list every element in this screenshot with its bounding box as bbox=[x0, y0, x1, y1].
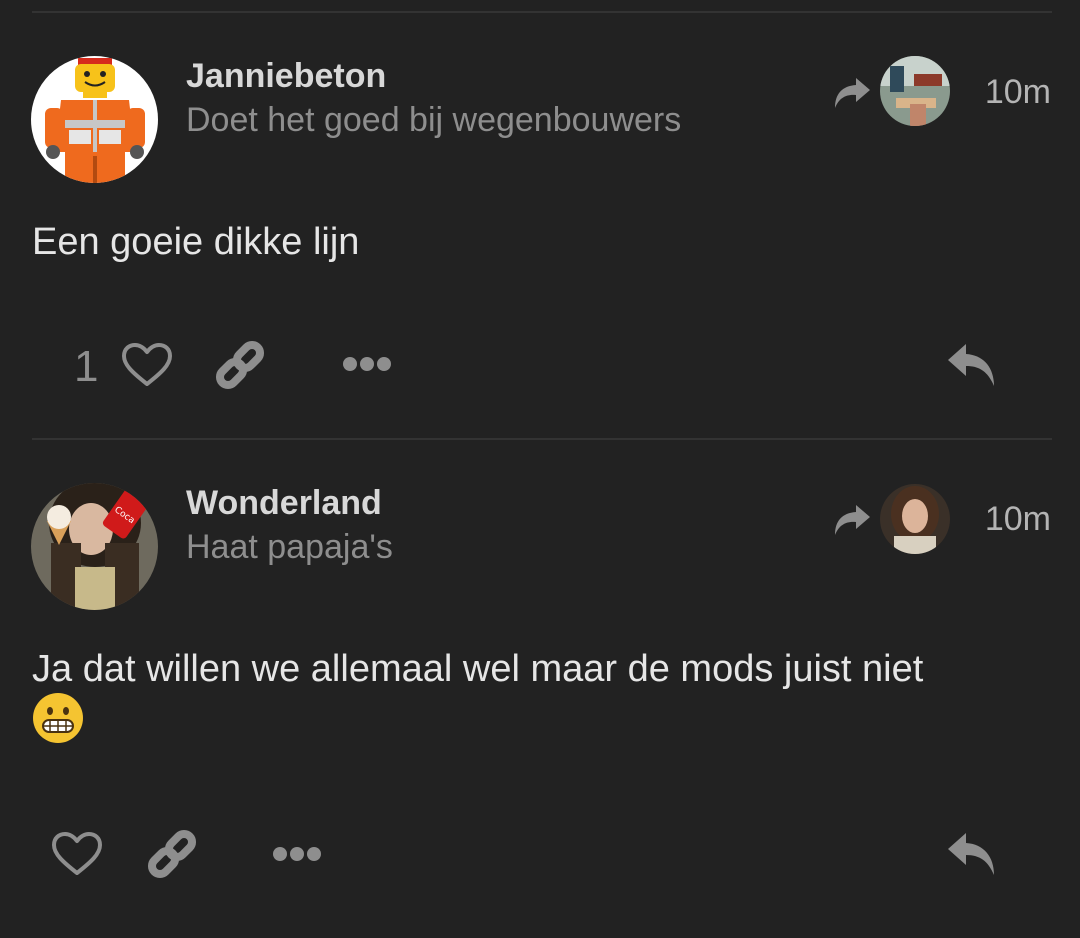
more-options-icon[interactable] bbox=[343, 356, 391, 372]
like-count[interactable]: 1 bbox=[74, 342, 98, 392]
topic-page: Janniebeton Doet het goed bij wegenbouwe… bbox=[0, 0, 1080, 938]
more-options-icon[interactable] bbox=[273, 846, 321, 862]
user-tagline: Doet het goed bij wegenbouwers bbox=[186, 101, 682, 139]
reply-icon[interactable] bbox=[946, 831, 998, 877]
username[interactable]: Wonderland bbox=[186, 484, 382, 523]
post-body: Ja dat willen we allemaal wel maar de mo… bbox=[32, 646, 1052, 744]
post-body-text: Ja dat willen we allemaal wel maar de mo… bbox=[32, 648, 924, 690]
post-time[interactable]: 10m bbox=[985, 73, 1051, 112]
link-icon[interactable] bbox=[213, 338, 267, 392]
divider bbox=[32, 438, 1052, 440]
avatar[interactable] bbox=[31, 56, 158, 183]
reply-to-arrow-icon[interactable] bbox=[832, 76, 872, 110]
reply-to-avatar[interactable] bbox=[880, 484, 950, 554]
grimacing-face-emoji-icon bbox=[33, 693, 83, 743]
username[interactable]: Janniebeton bbox=[186, 57, 386, 96]
heart-icon[interactable] bbox=[51, 831, 103, 877]
avatar[interactable]: Coca bbox=[31, 483, 158, 610]
divider bbox=[32, 11, 1052, 13]
reply-icon[interactable] bbox=[946, 342, 998, 388]
heart-icon[interactable] bbox=[121, 342, 173, 388]
user-tagline: Haat papaja's bbox=[186, 528, 393, 566]
post-body: Een goeie dikke lijn bbox=[32, 221, 360, 263]
reply-to-arrow-icon[interactable] bbox=[832, 503, 872, 537]
reply-to-avatar[interactable] bbox=[880, 56, 950, 126]
link-icon[interactable] bbox=[145, 827, 199, 881]
post-time[interactable]: 10m bbox=[985, 500, 1051, 539]
